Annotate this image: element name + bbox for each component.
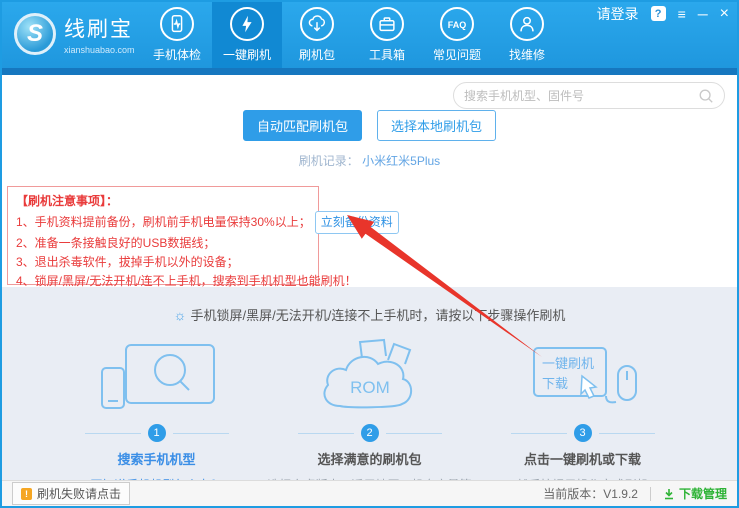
record-label: 刷机记录： [299, 154, 359, 168]
divider [650, 487, 651, 501]
step-number-badge: 1 [148, 424, 166, 442]
app-logo: S 线刷宝 xianshuabao.com [14, 13, 135, 55]
app-window: S 线刷宝 xianshuabao.com 手机体检 [0, 0, 739, 508]
nav-label: 手机体检 [153, 46, 201, 63]
main-nav: 手机体检 一键刷机 刷机包 [142, 2, 562, 68]
status-bar: ! 刷机失败请点击 当前版本：V1.9.2 下载管理 [2, 480, 737, 506]
sun-icon: ☼ [174, 307, 187, 323]
svg-text:下载: 下载 [542, 376, 568, 391]
header: S 线刷宝 xianshuabao.com 手机体检 [2, 2, 737, 68]
version-label: 当前版本：V1.9.2 [543, 485, 638, 502]
nav-item-rom-package[interactable]: 刷机包 [282, 2, 352, 68]
step2-title: 选择满意的刷机包 [317, 449, 421, 468]
action-buttons: 自动匹配刷机包 选择本地刷机包 [2, 110, 737, 141]
auto-match-button[interactable]: 自动匹配刷机包 [243, 110, 362, 141]
svg-text:一键刷机: 一键刷机 [542, 356, 594, 371]
phone-check-icon [160, 7, 194, 41]
nav-item-repair[interactable]: 找维修 [492, 2, 562, 68]
notice-line-3: 3、退出杀毒软件，拔掉手机以外的设备； [16, 253, 310, 272]
nav-label: 找维修 [509, 46, 545, 63]
local-package-button[interactable]: 选择本地刷机包 [377, 110, 496, 141]
nav-label: 常见问题 [433, 46, 481, 63]
notice-line-1: 1、手机资料提前备份，刷机前手机电量保持30%以上；立刻备份资料 [16, 211, 310, 234]
step-number-row: 3 [511, 424, 655, 442]
minimize-icon[interactable]: ─ [698, 7, 708, 21]
flash-failed-button[interactable]: ! 刷机失败请点击 [12, 482, 130, 505]
search-icon[interactable] [698, 88, 714, 104]
warning-icon: ! [21, 488, 32, 500]
flash-notice-box: 【刷机注意事项】： 1、手机资料提前备份，刷机前手机电量保持30%以上；立刻备份… [7, 186, 319, 285]
notice-line-2: 2、准备一条接触良好的USB数据线； [16, 234, 310, 253]
search-box [453, 82, 725, 109]
lightning-icon [230, 7, 264, 41]
step-number-row: 2 [298, 424, 442, 442]
menu-icon[interactable]: ≡ [678, 7, 686, 21]
logo-icon: S [14, 13, 56, 55]
header-divider [2, 68, 737, 75]
download-icon [663, 488, 675, 500]
search-input[interactable] [464, 89, 692, 103]
cloud-download-icon [300, 7, 334, 41]
svg-text:ROM: ROM [350, 378, 390, 397]
step-click-flash: 一键刷机 下载 3 点击一键刷机或下载 然后按提示操作完成刷机 [476, 338, 689, 482]
nav-item-one-key-flash[interactable]: 一键刷机 [212, 2, 282, 68]
nav-label: 刷机包 [299, 46, 335, 63]
nav-item-toolbox[interactable]: 工具箱 [352, 2, 422, 68]
flash-failed-label: 刷机失败请点击 [37, 485, 121, 502]
record-device-link[interactable]: 小米红米5Plus [362, 154, 440, 168]
main-content: 自动匹配刷机包 选择本地刷机包 刷机记录： 小米红米5Plus 【刷机注意事项】… [2, 75, 737, 287]
step1-title[interactable]: 搜索手机机型 [117, 449, 195, 468]
notice-line-1-text: 1、手机资料提前备份，刷机前手机电量保持30%以上； [16, 215, 311, 229]
download-manager-label: 下载管理 [679, 485, 727, 502]
nav-label: 工具箱 [369, 46, 405, 63]
briefcase-icon [370, 7, 404, 41]
window-controls: 请登录 ? ≡ ─ × [597, 6, 729, 21]
steps-row: 1 搜索手机机型 不知道手机机型怎么办？ ROM 2 [2, 338, 737, 482]
guide-section: ☼ 手机锁屏/黑屏/无法开机/连接不上手机时，请按以下步骤操作刷机 1 [2, 287, 737, 482]
faq-icon: FAQ [440, 7, 474, 41]
step-number-row: 1 [85, 424, 229, 442]
help-icon[interactable]: ? [651, 6, 666, 21]
backup-now-button[interactable]: 立刻备份资料 [315, 211, 399, 234]
login-link[interactable]: 请登录 [597, 7, 639, 21]
svg-text:FAQ: FAQ [448, 20, 467, 30]
repair-person-icon [510, 7, 544, 41]
app-domain: xianshuabao.com [64, 45, 135, 55]
step-search-model: 1 搜索手机机型 不知道手机机型怎么办？ [50, 338, 263, 482]
step-number-badge: 2 [361, 424, 379, 442]
nav-label: 一键刷机 [223, 46, 271, 63]
step-choose-rom: ROM 2 选择满意的刷机包 选择安卓版本，适用地区，机身容量等 [263, 338, 476, 482]
nav-item-phone-check[interactable]: 手机体检 [142, 2, 212, 68]
guide-title: ☼ 手机锁屏/黑屏/无法开机/连接不上手机时，请按以下步骤操作刷机 [2, 305, 737, 324]
download-manager-link[interactable]: 下载管理 [663, 485, 727, 502]
status-bar-right: 当前版本：V1.9.2 下载管理 [543, 485, 727, 502]
one-key-flash-download-icon: 一键刷机 下载 [520, 338, 646, 416]
notice-title: 【刷机注意事项】： [16, 192, 310, 211]
flash-record: 刷机记录： 小米红米5Plus [2, 152, 737, 169]
guide-title-text: 手机锁屏/黑屏/无法开机/连接不上手机时，请按以下步骤操作刷机 [191, 308, 566, 323]
step3-title: 点击一键刷机或下载 [524, 449, 641, 468]
search-model-icon [92, 338, 222, 416]
app-title: 线刷宝 [64, 13, 135, 43]
close-icon[interactable]: × [720, 7, 729, 21]
step-number-badge: 3 [574, 424, 592, 442]
rom-cloud-icon: ROM [310, 338, 430, 416]
nav-item-faq[interactable]: FAQ 常见问题 [422, 2, 492, 68]
